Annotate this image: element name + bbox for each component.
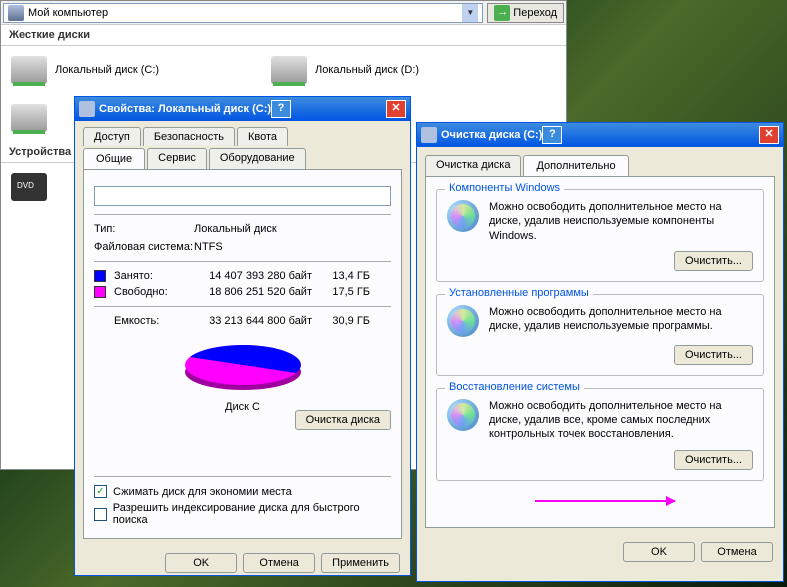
ok-button[interactable]: OK (165, 553, 237, 573)
computer-icon (8, 5, 24, 21)
cd-icon (447, 399, 479, 431)
go-button[interactable]: Переход (487, 3, 564, 23)
section-hdd-header: Жесткие диски (1, 25, 566, 46)
cd-icon (447, 200, 479, 232)
disk-label-input[interactable] (94, 186, 391, 206)
compress-checkbox[interactable]: ✓ (94, 485, 107, 498)
drive-d[interactable]: Локальный диск (D:) (271, 56, 471, 84)
cleanup-help-button[interactable]: ? (542, 126, 562, 144)
properties-titlebar[interactable]: Свойства: Локальный диск (C:) ? ✕ (75, 97, 410, 121)
disk-usage-pie (178, 337, 308, 397)
help-button[interactable]: ? (271, 100, 291, 118)
fieldset-restore: Восстановление системы Можно освободить … (436, 388, 764, 481)
address-text: Мой компьютер (28, 7, 108, 19)
restore-text: Можно освободить дополнительное место на… (489, 399, 753, 442)
cleanup-close-button[interactable]: ✕ (759, 126, 779, 144)
cap-bytes: 33 213 644 800 байт (182, 315, 312, 327)
legend-components: Компоненты Windows (445, 182, 564, 194)
fieldset-programs: Установленные программы Можно освободить… (436, 294, 764, 376)
fs-label: Файловая система: (94, 241, 194, 253)
cap-gb: 30,9 ГБ (320, 315, 370, 327)
address-dropdown-icon[interactable] (462, 4, 478, 22)
compress-label: Сжимать диск для экономии места (113, 486, 292, 498)
hdd-icon (11, 104, 47, 132)
disk-cleanup-button[interactable]: Очистка диска (295, 410, 391, 430)
dvd-icon (11, 173, 47, 201)
drive-c-label: Локальный диск (C:) (55, 64, 159, 76)
cleanup-buttons: OK Отмена (417, 536, 783, 568)
legend-programs: Установленные программы (445, 287, 593, 299)
highlight-arrow (535, 500, 675, 502)
cleanup-ok-button[interactable]: OK (623, 542, 695, 562)
cleanup-tabs: Очистка диска Дополнительно (417, 147, 783, 176)
tab-advanced[interactable]: Дополнительно (523, 155, 628, 176)
address-bar: Мой компьютер Переход (1, 1, 566, 25)
used-color-swatch (94, 270, 106, 282)
tab-cleanup[interactable]: Очистка диска (425, 155, 521, 176)
tab-hardware[interactable]: Оборудование (209, 148, 306, 169)
used-label: Занято: (114, 270, 174, 282)
legend-restore: Восстановление системы (445, 381, 584, 393)
cleanup-dialog: Очистка диска (C:) ? ✕ Очистка диска Доп… (416, 122, 784, 582)
programs-text: Можно освободить дополнительное место на… (489, 305, 753, 337)
properties-title: Свойства: Локальный диск (C:) (99, 103, 271, 115)
free-bytes: 18 806 251 520 байт (182, 286, 312, 298)
index-label: Разрешить индексирование диска для быстр… (113, 502, 391, 526)
used-bytes: 14 407 393 280 байт (182, 270, 312, 282)
drive-title-icon (79, 101, 95, 117)
hdd-icon (11, 56, 47, 84)
tab-service[interactable]: Сервис (147, 148, 207, 169)
cleanup-title-icon (421, 127, 437, 143)
tabs-row-2: Общие Сервис Оборудование (75, 146, 410, 169)
free-color-swatch (94, 286, 106, 298)
properties-dialog: Свойства: Локальный диск (C:) ? ✕ Доступ… (74, 96, 411, 576)
cancel-button[interactable]: Отмена (243, 553, 315, 573)
cleanup-components-button[interactable]: Очистить... (674, 251, 753, 271)
cleanup-programs-button[interactable]: Очистить... (674, 345, 753, 365)
cleanup-titlebar[interactable]: Очистка диска (C:) ? ✕ (417, 123, 783, 147)
components-text: Можно освободить дополнительное место на… (489, 200, 753, 243)
tab-security[interactable]: Безопасность (143, 127, 235, 146)
go-label: Переход (513, 7, 557, 19)
tabs-row-1: Доступ Безопасность Квота (75, 121, 410, 146)
drive-c[interactable]: Локальный диск (C:) (11, 56, 211, 84)
cleanup-restore-button[interactable]: Очистить... (674, 450, 753, 470)
tab-quota[interactable]: Квота (237, 127, 288, 146)
cap-label: Емкость: (114, 315, 174, 327)
tab-access[interactable]: Доступ (83, 127, 141, 146)
index-checkbox[interactable] (94, 508, 107, 521)
free-label: Свободно: (114, 286, 174, 298)
close-button[interactable]: ✕ (386, 100, 406, 118)
drive-d-label: Локальный диск (D:) (315, 64, 419, 76)
cleanup-title: Очистка диска (C:) (441, 129, 542, 141)
used-gb: 13,4 ГБ (320, 270, 370, 282)
fieldset-components: Компоненты Windows Можно освободить допо… (436, 189, 764, 282)
cd-icon (447, 305, 479, 337)
general-tab-content: Тип: Локальный диск Файловая система: NT… (83, 169, 402, 539)
cleanup-tab-content: Компоненты Windows Можно освободить допо… (425, 176, 775, 528)
cleanup-cancel-button[interactable]: Отмена (701, 542, 773, 562)
fs-value: NTFS (194, 241, 223, 253)
free-gb: 17,5 ГБ (320, 286, 370, 298)
tab-general[interactable]: Общие (83, 148, 145, 169)
go-arrow-icon (494, 5, 510, 21)
apply-button[interactable]: Применить (321, 553, 400, 573)
type-value: Локальный диск (194, 223, 277, 235)
properties-buttons: OK Отмена Применить (75, 547, 410, 579)
type-label: Тип: (94, 223, 194, 235)
hdd-icon (271, 56, 307, 84)
address-box[interactable]: Мой компьютер (3, 3, 483, 23)
